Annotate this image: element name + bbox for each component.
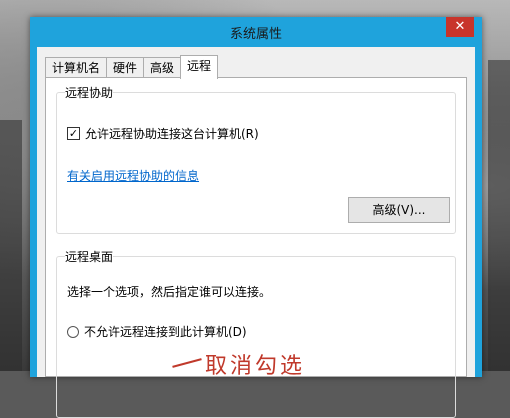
annotation-text: 取消勾选 bbox=[205, 354, 306, 379]
background-tree bbox=[488, 60, 510, 371]
deny-remote-connections-radio[interactable] bbox=[67, 325, 79, 338]
advanced-button[interactable]: 高级(V)... bbox=[348, 197, 450, 223]
remote-assistance-info-link[interactable]: 有关启用远程协助的信息 bbox=[67, 167, 199, 184]
allow-remote-assistance-checkbox[interactable]: ✓ bbox=[67, 127, 80, 140]
remote-assistance-info-row: 有关启用远程协助的信息 bbox=[67, 167, 199, 184]
tab-hardware[interactable]: 硬件 bbox=[106, 57, 145, 78]
tab-strip: 计算机名 硬件 高级 远程 bbox=[45, 55, 219, 79]
remote-desktop-instruction: 选择一个选项，然后指定谁可以连接。 bbox=[67, 283, 271, 300]
remote-assistance-title: 远程协助 bbox=[65, 84, 114, 101]
system-properties-window: 系统属性 ✕ 计算机名 硬件 高级 远程 远程协助 ✓ 允许远程协助连接这台计算… bbox=[30, 17, 482, 418]
deny-remote-connections-row[interactable]: 不允许远程连接到此计算机(D) bbox=[67, 323, 247, 340]
remote-desktop-group: 远程桌面 选择一个选项，然后指定谁可以连接。 不允许远程连接到此计算机(D) bbox=[56, 248, 456, 418]
remote-tab-panel: 远程协助 ✓ 允许远程协助连接这台计算机(R) 有关启用远程协助的信息 高级(V… bbox=[45, 77, 467, 418]
window-title: 系统属性 bbox=[229, 27, 282, 42]
tab-advanced[interactable]: 高级 bbox=[143, 57, 182, 78]
title-bar[interactable]: 系统属性 ✕ bbox=[30, 17, 482, 47]
tab-remote[interactable]: 远程 bbox=[180, 55, 219, 79]
tab-computer-name[interactable]: 计算机名 bbox=[45, 57, 108, 78]
remote-assistance-group: 远程协助 ✓ 允许远程协助连接这台计算机(R) 有关启用远程协助的信息 高级(V… bbox=[56, 84, 456, 234]
deny-remote-connections-label: 不允许远程连接到此计算机(D) bbox=[84, 325, 247, 339]
remote-desktop-instruction-text: 选择一个选项，然后指定谁可以连接。 bbox=[67, 285, 272, 299]
remote-desktop-title: 远程桌面 bbox=[65, 248, 114, 265]
allow-remote-assistance-row[interactable]: ✓ 允许远程协助连接这台计算机(R) bbox=[67, 125, 259, 142]
allow-remote-assistance-label: 允许远程协助连接这台计算机(R) bbox=[85, 127, 259, 141]
background-tree bbox=[0, 120, 22, 371]
dialog-client-area: 计算机名 硬件 高级 远程 远程协助 ✓ 允许远程协助连接这台计算机(R) 有关… bbox=[37, 47, 475, 418]
close-button[interactable]: ✕ bbox=[446, 17, 474, 37]
